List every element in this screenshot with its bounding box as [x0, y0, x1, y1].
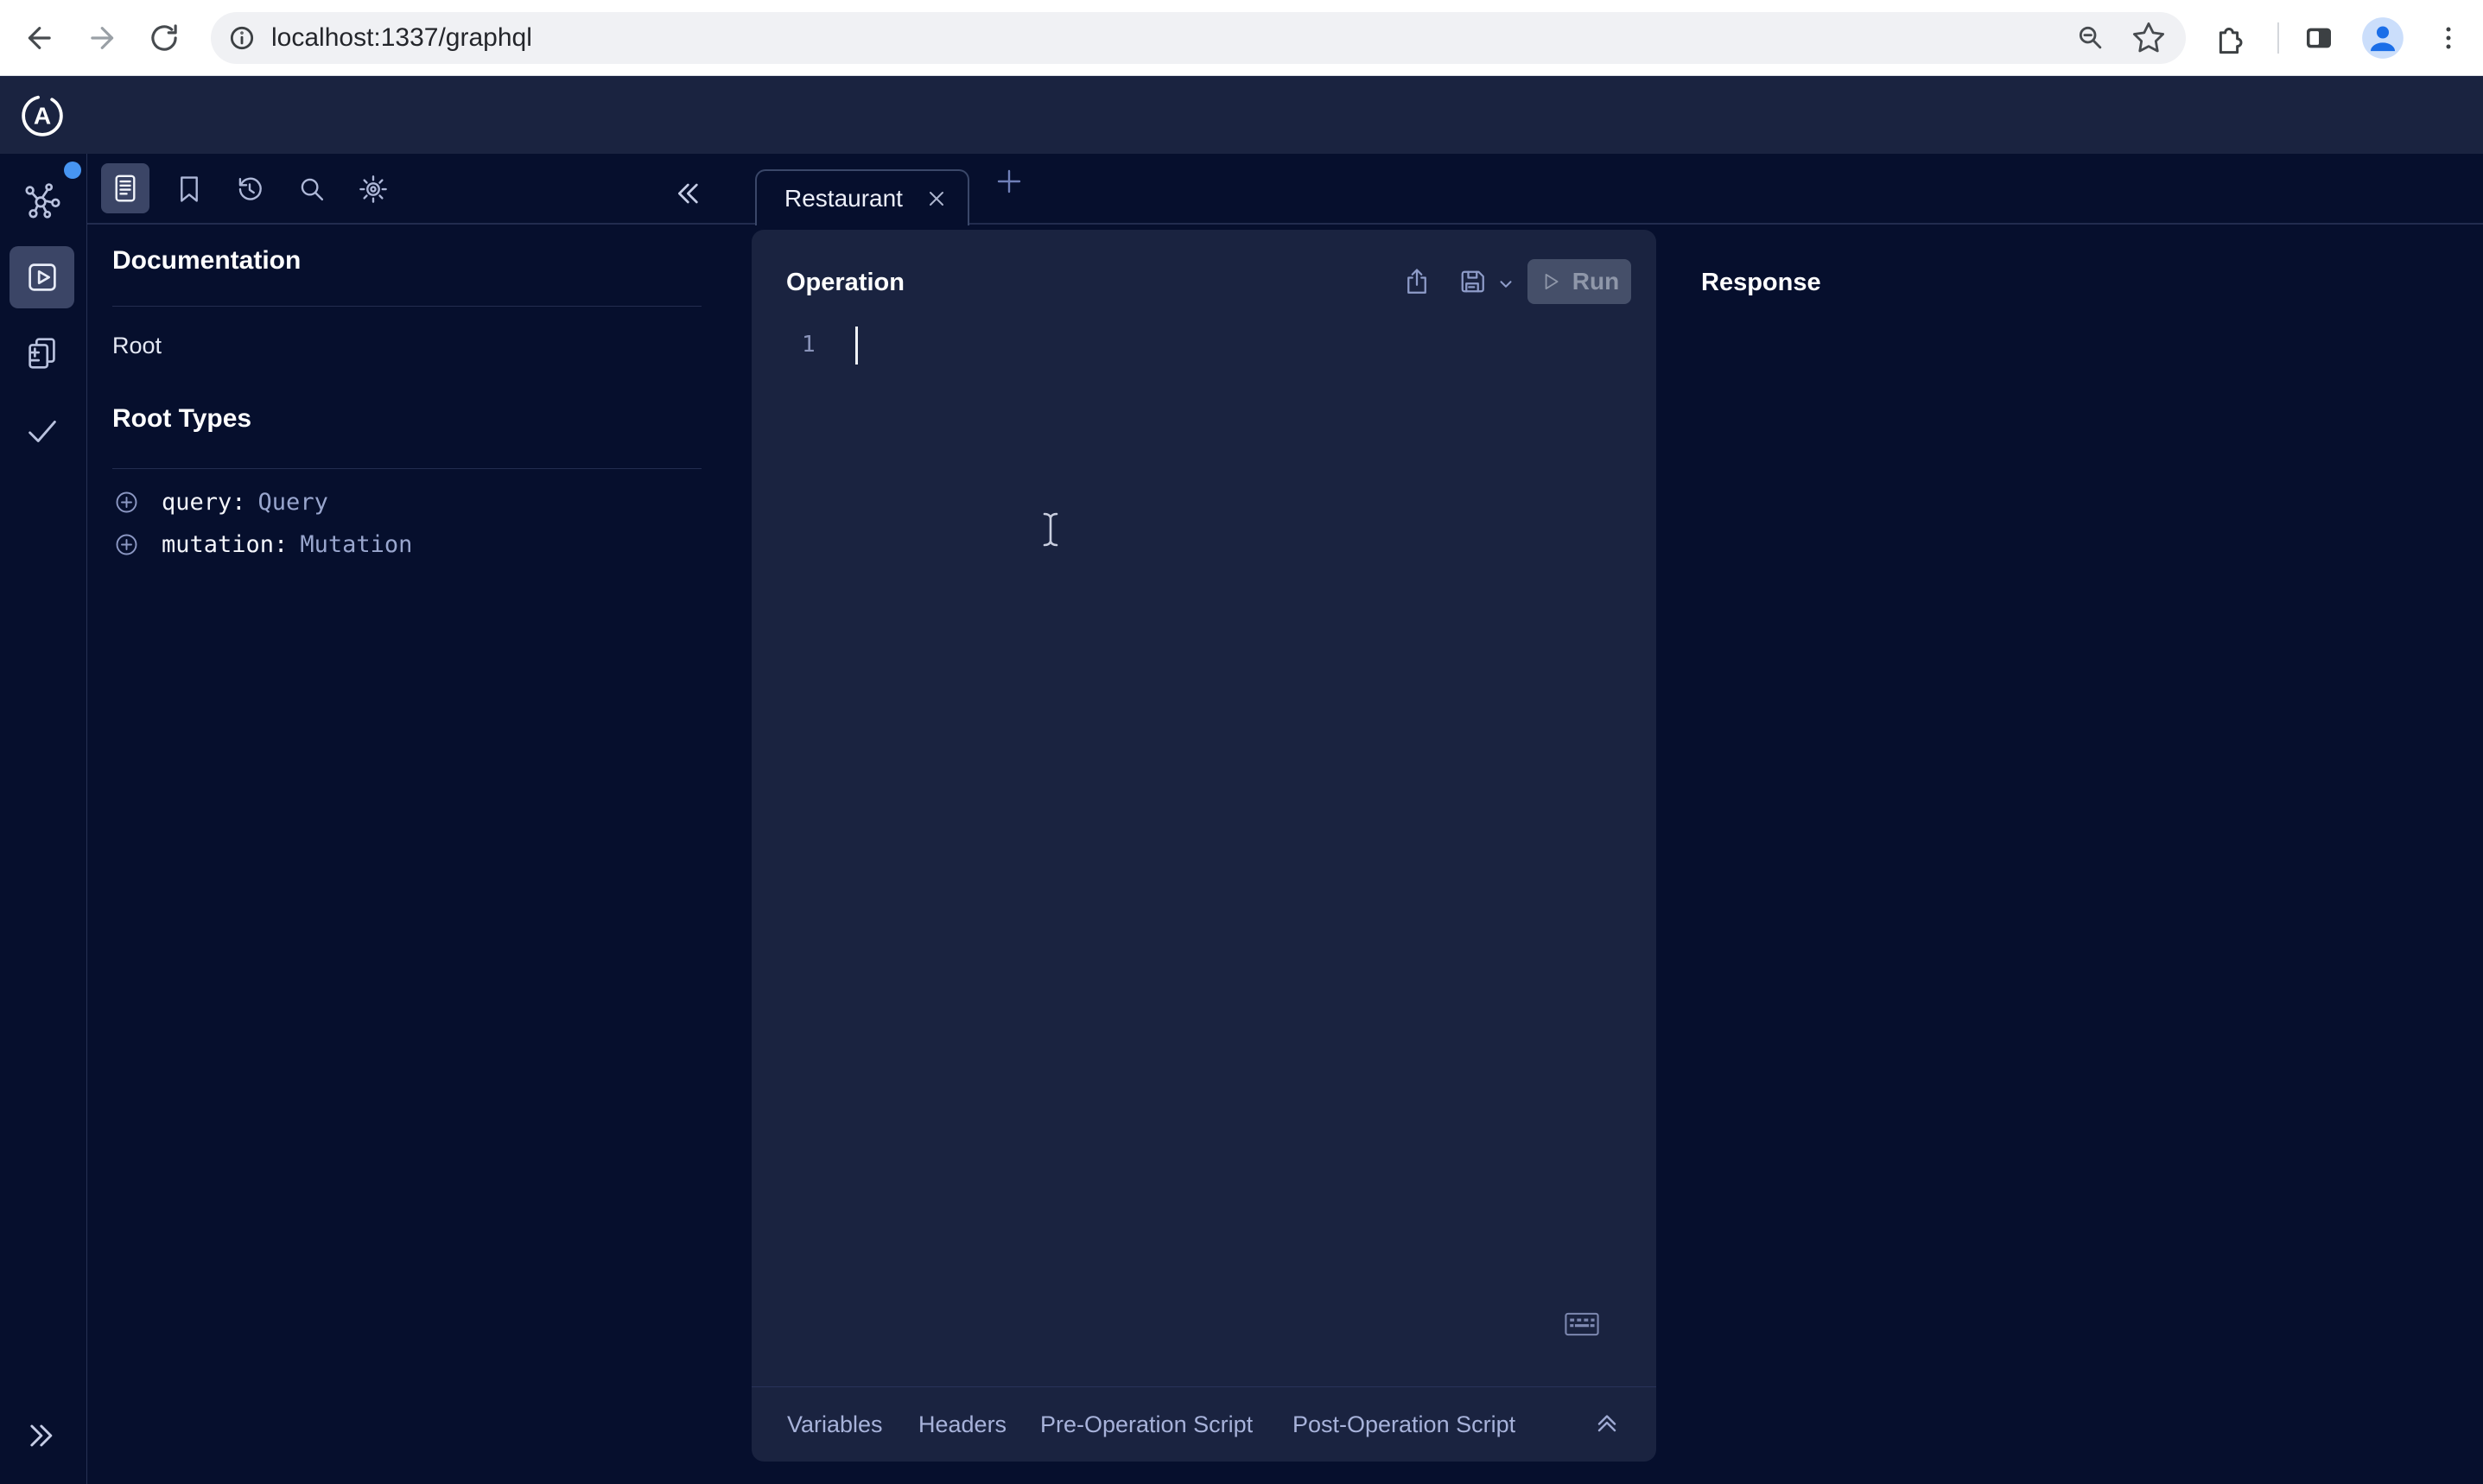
run-button[interactable]: Run — [1527, 259, 1631, 304]
editor-caret — [855, 327, 858, 365]
history-icon[interactable] — [233, 173, 266, 206]
browser-menu-icon[interactable] — [2423, 12, 2474, 64]
keyboard-shortcuts-icon[interactable] — [1564, 1310, 1600, 1339]
app-region: Restaurant Documentation Root Root Types… — [0, 154, 2483, 1484]
field-row-query[interactable]: query: Query — [112, 482, 328, 522]
documentation-list-icon — [109, 172, 142, 205]
side-panel-icon[interactable] — [2293, 12, 2345, 64]
docs-settings-gear-icon[interactable] — [357, 173, 390, 206]
text-cursor — [1033, 510, 1068, 549]
docs-root-link[interactable]: Root — [112, 333, 162, 359]
checks-icon[interactable] — [22, 411, 62, 451]
search-icon[interactable] — [295, 173, 328, 206]
docs-divider — [112, 468, 702, 469]
save-chevron-down-icon[interactable] — [1496, 275, 1515, 294]
url-text[interactable]: localhost:1337/graphql — [271, 23, 532, 53]
docs-title: Documentation — [112, 246, 301, 276]
chrome-divider — [2277, 22, 2279, 54]
field-type-link[interactable]: Query — [258, 489, 328, 516]
tab-title: Restaurant — [784, 185, 903, 212]
page-info-icon[interactable] — [225, 21, 259, 55]
docs-tool-documentation[interactable] — [101, 163, 149, 213]
apollo-logo-letter: A — [34, 102, 51, 129]
zoom-out-icon[interactable] — [2073, 21, 2108, 55]
explorer-icon — [22, 257, 62, 297]
collapse-up-icon[interactable] — [1591, 1407, 1623, 1438]
field-row-mutation[interactable]: mutation: Mutation — [112, 524, 412, 564]
tab-variables[interactable]: Variables — [787, 1411, 883, 1438]
changelog-diff-icon[interactable] — [22, 333, 62, 373]
tab-headers[interactable]: Headers — [918, 1411, 1007, 1438]
bookmark-icon[interactable] — [173, 173, 206, 206]
editor-line-number: 1 — [802, 332, 816, 358]
run-label: Run — [1572, 268, 1619, 295]
field-name[interactable]: mutation: — [162, 531, 288, 558]
rail-notification-dot — [64, 162, 81, 179]
new-tab-icon[interactable] — [992, 164, 1026, 199]
apollo-toolbar: A SANDBOX http://localhost:1337/gra… Pub… — [0, 76, 2483, 154]
footer-divider — [752, 1386, 1656, 1387]
run-play-icon — [1540, 270, 1562, 293]
tab-restaurant[interactable]: Restaurant — [755, 169, 969, 225]
docs-divider — [112, 306, 702, 307]
bookmark-star-icon[interactable] — [2131, 20, 2167, 56]
address-bar[interactable]: localhost:1337/graphql — [211, 12, 2186, 64]
forward-icon[interactable] — [78, 12, 130, 64]
left-rail — [0, 154, 87, 1484]
reload-icon[interactable] — [138, 12, 190, 64]
field-type-link[interactable]: Mutation — [300, 531, 412, 558]
tab-pre-operation-script[interactable]: Pre-Operation Script — [1040, 1411, 1253, 1438]
share-icon[interactable] — [1401, 266, 1432, 297]
response-title: Response — [1701, 269, 1821, 297]
add-field-icon[interactable] — [112, 530, 141, 559]
panel-top-divider — [87, 223, 2483, 225]
operation-panel: Operation Run 1 Variables Headers — [752, 230, 1656, 1462]
back-icon[interactable] — [12, 12, 64, 64]
add-field-icon[interactable] — [112, 488, 141, 517]
save-icon[interactable] — [1457, 266, 1488, 297]
collapse-panel-icon[interactable] — [672, 176, 707, 211]
docs-root-types-title: Root Types — [112, 404, 251, 434]
graph-schema-icon[interactable] — [22, 180, 62, 219]
browser-chrome: localhost:1337/graphql — [0, 0, 2483, 76]
extensions-icon[interactable] — [2203, 12, 2255, 64]
sidebar-item-explorer[interactable] — [10, 246, 74, 308]
tab-post-operation-script[interactable]: Post-Operation Script — [1292, 1411, 1515, 1438]
operation-title: Operation — [786, 269, 905, 297]
apollo-logo-icon[interactable]: A — [21, 94, 64, 137]
expand-rail-icon[interactable] — [21, 1417, 59, 1455]
field-name[interactable]: query: — [162, 489, 246, 516]
profile-avatar[interactable] — [2357, 12, 2409, 64]
tab-close-icon[interactable] — [924, 187, 949, 211]
